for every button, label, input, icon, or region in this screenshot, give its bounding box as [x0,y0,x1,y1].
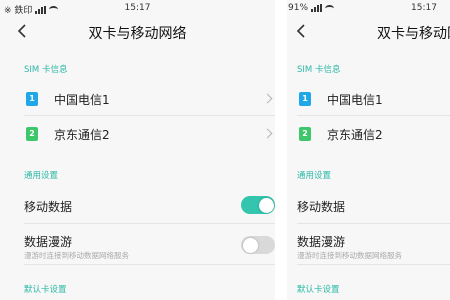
divider [297,223,450,224]
mobile-data-row: 移动数据 [287,188,450,224]
nav-bar: 双卡与移动网络 [0,16,275,46]
status-time: 15:17 [124,3,151,13]
sim-item-label: 京东通信2 [327,128,383,142]
mobile-data-label: 移动数据 [297,200,346,214]
sim-item-label: 京东通信2 [54,128,110,142]
sim-card-icon: 1 [299,92,311,106]
chevron-right-icon [262,128,273,139]
section-header-sim: SIM 卡信息 [297,65,341,75]
sim-item-2[interactable]: 2 京东通信2 [0,117,275,151]
back-icon[interactable] [295,24,309,38]
roaming-label: 数据漫游 [24,235,73,249]
section-header-general: 通用设置 [297,171,332,181]
status-bar: ※ 鉄印 15:17 [0,0,275,16]
roaming-subtitle: 漫游时连接到移动数据网络服务 [24,251,129,260]
divider [297,115,450,116]
mobile-data-toggle[interactable] [241,196,275,214]
page-title: 双卡与移动网络 [377,26,450,42]
mobile-data-label: 移动数据 [24,200,73,214]
roaming-toggle[interactable] [241,236,275,254]
status-indicators: 91% [288,3,335,13]
sim-card-icon: 1 [26,92,38,106]
status-bar: 91% 15:17 [287,0,450,16]
sim-item-label: 中国电信1 [327,93,383,107]
roaming-row: 数据漫游 漫游时连接到移动数据网络服务 [0,225,275,265]
nav-bar: 双卡与移动网络 [287,16,450,46]
divider [24,264,275,265]
sim-item-1[interactable]: 1 中国电信1 [287,82,450,116]
roaming-label: 数据漫游 [297,235,346,249]
chevron-right-icon [262,93,273,104]
page-title: 双卡与移动网络 [88,26,187,42]
mobile-data-row: 移动数据 [0,188,275,224]
sim-item-label: 中国电信1 [54,93,110,107]
section-header-default: 默认卡设置 [24,285,67,295]
roaming-row: 数据漫游 漫游时连接到移动数据网络服务 [287,225,450,265]
divider [297,264,450,265]
status-time: 15:17 [411,3,437,13]
section-header-sim: SIM 卡信息 [24,65,68,75]
battery-percent: 91% [288,3,309,13]
section-header-general: 通用设置 [24,171,59,181]
signal-icon [311,4,323,12]
divider [24,223,275,224]
roaming-subtitle: 漫游时连接到移动数据网络服务 [297,251,402,260]
settings-screen-left: ※ 鉄印 15:17 双卡与移动网络 SIM 卡信息 1 中国电信1 2 京东通… [0,0,275,300]
wifi-icon [325,4,335,12]
sim-item-2[interactable]: 2 京东通信2 [287,117,450,151]
sim-item-1[interactable]: 1 中国电信1 [0,82,275,116]
divider [24,115,275,116]
toggle-knob [242,237,258,253]
sim-card-icon: 2 [26,127,38,141]
sim-card-icon: 2 [299,127,311,141]
section-header-default: 默认卡设置 [297,285,340,295]
toggle-knob [258,197,274,213]
settings-screen-right: 91% 15:17 双卡与移动网络 SIM 卡信息 1 中国电信1 2 京东通信… [287,0,450,300]
